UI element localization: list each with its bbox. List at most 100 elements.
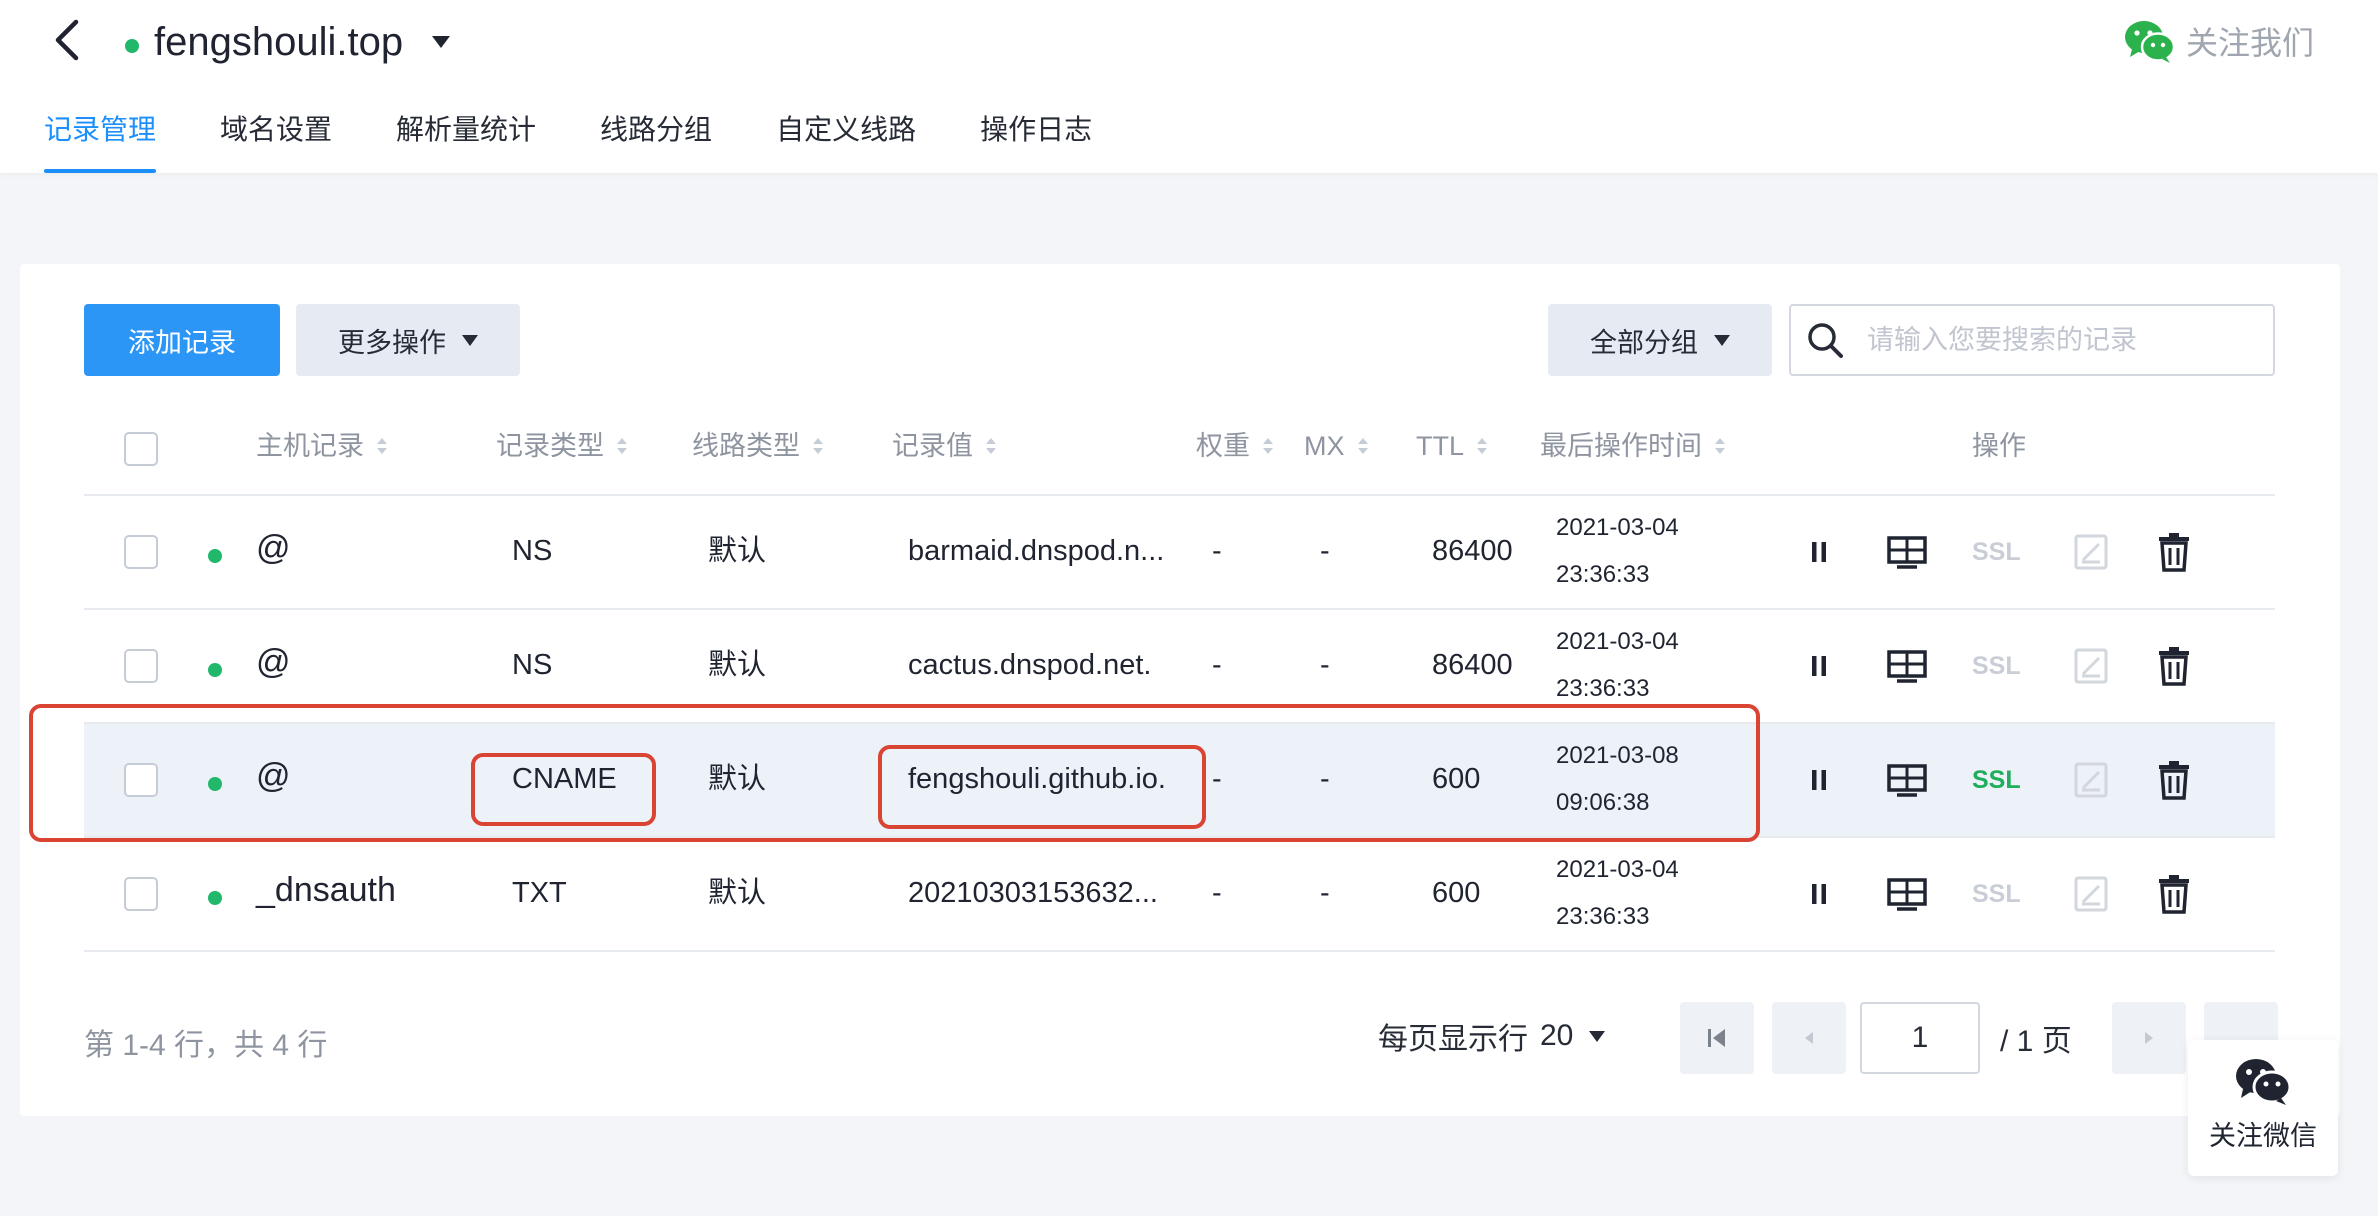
col-line: 线路类型 xyxy=(692,426,824,466)
wechat-icon xyxy=(2125,21,2176,63)
row-checkbox[interactable] xyxy=(124,877,158,911)
wechat-icon xyxy=(2236,1059,2292,1105)
next-page-icon xyxy=(2145,1032,2153,1044)
sort-icon[interactable] xyxy=(812,436,824,456)
cell-weight: - xyxy=(1212,535,1222,567)
follow-wechat-float-button[interactable]: 关注微信 xyxy=(2188,1040,2338,1176)
delete-icon[interactable] xyxy=(2158,646,2190,686)
cell-updated-date: 2021-03-04 xyxy=(1556,514,1679,541)
sort-icon[interactable] xyxy=(1476,436,1488,456)
row-checkbox[interactable] xyxy=(124,649,158,683)
edit-icon[interactable] xyxy=(2074,762,2108,798)
row-checkbox[interactable] xyxy=(124,535,158,569)
pause-icon[interactable] xyxy=(1810,655,1828,677)
tab-query-stats[interactable]: 解析量统计 xyxy=(396,104,536,173)
cell-updated-time: 23:36:33 xyxy=(1556,561,1650,588)
sort-icon[interactable] xyxy=(1714,436,1726,456)
caret-down-icon xyxy=(462,334,478,346)
monitor-icon[interactable] xyxy=(1887,650,1927,684)
cell-updated-time: 09:06:38 xyxy=(1556,789,1650,816)
cell-mx: - xyxy=(1320,535,1330,567)
caret-down-icon xyxy=(1589,1030,1606,1042)
cell-updated-time: 23:36:33 xyxy=(1556,675,1650,702)
delete-icon[interactable] xyxy=(2158,760,2190,800)
search-icon xyxy=(1808,323,1843,358)
col-value-label: 记录值 xyxy=(892,431,973,461)
follow-us-label: 关注我们 xyxy=(2186,25,2315,61)
tab-line-groups[interactable]: 线路分组 xyxy=(600,104,712,173)
add-record-label: 添加记录 xyxy=(128,327,236,358)
delete-icon[interactable] xyxy=(2158,532,2190,572)
cell-line: 默认 xyxy=(708,877,767,909)
edit-icon[interactable] xyxy=(2074,876,2108,912)
pause-icon[interactable] xyxy=(1810,769,1828,791)
sort-icon[interactable] xyxy=(1262,436,1274,456)
col-value: 记录值 xyxy=(892,426,997,466)
search-input[interactable] xyxy=(1865,323,2269,357)
ssl-button[interactable]: SSL xyxy=(1972,538,2021,567)
select-all-checkbox[interactable] xyxy=(124,432,158,466)
col-weight: 权重 xyxy=(1196,426,1274,466)
records-card: 添加记录 更多操作 全部分组 主机记录 记录类型 线路类型 记录值 权重 MX xyxy=(20,264,2340,1116)
col-host-label: 主机记录 xyxy=(256,431,364,461)
cell-type: NS xyxy=(512,535,553,567)
page-number-input[interactable] xyxy=(1860,1002,1980,1074)
sort-icon[interactable] xyxy=(1357,436,1369,456)
cell-weight: - xyxy=(1212,649,1222,681)
table-row: @ NS 默认 barmaid.dnspod.n... - - 86400 20… xyxy=(84,496,2275,608)
monitor-icon[interactable] xyxy=(1887,878,1927,912)
delete-icon[interactable] xyxy=(2158,874,2190,914)
search-box xyxy=(1789,304,2275,376)
first-page-button[interactable] xyxy=(1680,1002,1754,1074)
col-weight-label: 权重 xyxy=(1196,431,1250,461)
ssl-button[interactable]: SSL xyxy=(1972,652,2021,681)
ssl-button[interactable]: SSL xyxy=(1972,880,2021,909)
cell-value: fengshouli.github.io. xyxy=(908,763,1166,795)
record-status-dot xyxy=(208,549,222,563)
caret-down-icon xyxy=(1714,334,1730,346)
cell-value: 20210303153632... xyxy=(908,877,1158,909)
record-status-dot xyxy=(208,777,222,791)
follow-us-link[interactable]: 关注我们 xyxy=(2124,16,2314,66)
ssl-button[interactable]: SSL xyxy=(1972,766,2021,795)
col-ttl: TTL xyxy=(1416,426,1488,466)
group-filter-button[interactable]: 全部分组 xyxy=(1548,304,1772,376)
cell-updated-date: 2021-03-04 xyxy=(1556,856,1679,883)
sort-icon[interactable] xyxy=(616,436,628,456)
page-size-value: 20 xyxy=(1540,1019,1574,1052)
cell-ttl: 600 xyxy=(1432,763,1481,795)
cell-updated-date: 2021-03-04 xyxy=(1556,628,1679,655)
tab-operation-log[interactable]: 操作日志 xyxy=(980,104,1092,173)
cell-mx: - xyxy=(1320,877,1330,909)
page-size-label: 每页显示行 xyxy=(1378,1023,1528,1056)
back-arrow-icon[interactable] xyxy=(50,18,86,62)
tab-record-management[interactable]: 记录管理 xyxy=(44,104,157,173)
next-page-button[interactable] xyxy=(2112,1002,2186,1074)
col-updated-label: 最后操作时间 xyxy=(1540,431,1702,461)
prev-page-button[interactable] xyxy=(1772,1002,1846,1074)
cell-weight: - xyxy=(1212,877,1222,909)
monitor-icon[interactable] xyxy=(1887,536,1927,570)
row-count-summary: 第 1-4 行，共 4 行 xyxy=(84,1029,328,1062)
page-size-select[interactable]: 每页显示行 20 xyxy=(1378,1014,1606,1058)
domain-title: fengshouli.top xyxy=(154,20,404,64)
edit-icon[interactable] xyxy=(2074,648,2108,684)
tab-domain-settings[interactable]: 域名设置 xyxy=(220,104,332,173)
pause-icon[interactable] xyxy=(1810,883,1828,905)
tab-custom-lines[interactable]: 自定义线路 xyxy=(776,104,916,173)
cell-line: 默认 xyxy=(708,649,767,681)
pause-icon[interactable] xyxy=(1810,541,1828,563)
monitor-icon[interactable] xyxy=(1887,764,1927,798)
add-record-button[interactable]: 添加记录 xyxy=(84,304,280,376)
first-page-icon xyxy=(1708,1029,1725,1047)
cell-value: cactus.dnspod.net. xyxy=(908,649,1152,681)
sort-icon[interactable] xyxy=(376,436,388,456)
edit-icon[interactable] xyxy=(2074,534,2108,570)
top-header: fengshouli.top 关注我们 记录管理 域名设置 解析量统计 线路分组… xyxy=(0,0,2378,173)
row-checkbox[interactable] xyxy=(124,763,158,797)
cell-type: TXT xyxy=(512,877,567,909)
more-actions-button[interactable]: 更多操作 xyxy=(296,304,520,376)
domain-dropdown-icon[interactable] xyxy=(432,36,450,48)
sort-icon[interactable] xyxy=(985,436,997,456)
cell-ttl: 600 xyxy=(1432,877,1481,909)
